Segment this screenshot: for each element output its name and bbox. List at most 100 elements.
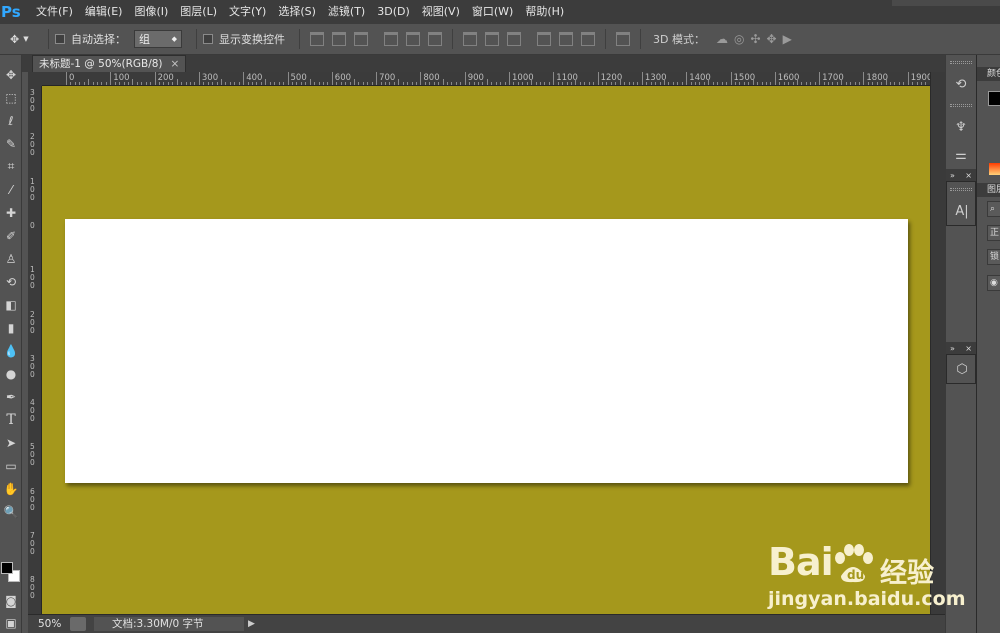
menu-item[interactable]: 窗口(W)	[466, 0, 519, 24]
ruler-minor-tick	[274, 82, 276, 85]
layers-panel-tab[interactable]: 图层	[977, 183, 1000, 197]
blend-mode-dropdown[interactable]: 正常	[987, 225, 1000, 241]
menu-item[interactable]: 编辑(E)	[79, 0, 129, 24]
close-icon[interactable]: ×	[965, 344, 972, 353]
crop-tool-icon[interactable]: ⌗	[0, 155, 22, 178]
ruler-tick-label: 300	[30, 353, 35, 379]
align-right-icon[interactable]	[428, 32, 442, 46]
auto-select-toggle[interactable]: 自动选择：	[55, 31, 126, 47]
ruler-minor-tick	[637, 82, 639, 85]
proof-icon[interactable]	[70, 617, 86, 631]
path-select-tool-icon[interactable]: ➤	[0, 431, 22, 454]
zoom-level[interactable]: 50%	[28, 618, 70, 630]
dock-grip[interactable]	[949, 104, 972, 107]
foreground-color-swatch[interactable]	[1, 562, 13, 574]
marquee-tool-icon[interactable]: ⬚	[0, 86, 22, 109]
type-tool-icon[interactable]: T	[0, 408, 22, 431]
dodge-tool-icon[interactable]: ●	[0, 362, 22, 385]
ruler-minor-tick	[788, 82, 790, 85]
brush-presets-icon[interactable]: ♆	[946, 113, 976, 141]
eyedropper-tool-icon[interactable]: ⁄	[0, 178, 22, 201]
ruler-minor-tick	[123, 82, 125, 85]
menu-item[interactable]: 图层(L)	[174, 0, 223, 24]
healing-brush-tool-icon[interactable]: ✚	[0, 201, 22, 224]
brush-tool-icon[interactable]: ✐	[0, 224, 22, 247]
vertical-ruler[interactable]: 300 200 100 0 100 200 300 400 500 600 700 800	[28, 86, 42, 614]
white-rectangle-layer[interactable]	[65, 219, 908, 483]
menu-item[interactable]: 图像(I)	[128, 0, 174, 24]
align-hcenter-icon[interactable]	[406, 32, 420, 46]
3d-scale-icon[interactable]: ▶	[783, 32, 792, 46]
close-icon[interactable]: ×	[171, 56, 180, 72]
show-transform-toggle[interactable]: 显示变换控件	[203, 31, 285, 47]
quick-mask-icon[interactable]: ◙	[0, 589, 22, 612]
blur-tool-icon[interactable]: 💧	[0, 339, 22, 362]
move-tool-preset[interactable]: ✥ ▼	[0, 24, 42, 55]
align-top-icon[interactable]	[310, 32, 324, 46]
align-left-icon[interactable]	[384, 32, 398, 46]
screen-mode-icon[interactable]: ▣	[0, 611, 22, 633]
dock-grip[interactable]	[949, 61, 972, 64]
3d-drag-icon[interactable]: ✣	[750, 32, 760, 46]
layer-search-icon[interactable]: ⌕	[987, 201, 1000, 217]
distribute-hcenter-icon[interactable]	[559, 32, 573, 46]
ruler-minor-tick	[898, 82, 900, 85]
document-canvas[interactable]	[42, 86, 930, 614]
gradient-tool-icon[interactable]: ▮	[0, 316, 22, 339]
3d-roll-icon[interactable]: ◎	[734, 32, 744, 46]
distribute-left-icon[interactable]	[537, 32, 551, 46]
chevron-right-icon[interactable]: ▶	[248, 619, 255, 629]
align-bottom-icon[interactable]	[354, 32, 368, 46]
ruler-minor-tick	[792, 82, 794, 85]
menu-item[interactable]: 文字(Y)	[223, 0, 272, 24]
show-transform-checkbox[interactable]	[203, 34, 213, 44]
panel-foreground-swatch[interactable]	[988, 91, 1000, 106]
align-vcenter-icon[interactable]	[332, 32, 346, 46]
menu-item[interactable]: 3D(D)	[371, 0, 416, 24]
zoom-tool-icon[interactable]: 🔍	[0, 500, 22, 523]
shape-tool-icon[interactable]: ▭	[0, 454, 22, 477]
eraser-tool-icon[interactable]: ◧	[0, 293, 22, 316]
distribute-top-icon[interactable]	[463, 32, 477, 46]
visibility-eye-icon[interactable]: ◉	[987, 275, 1000, 291]
ruler-origin[interactable]	[28, 72, 42, 86]
color-panel-tab[interactable]: 颜色	[977, 67, 1000, 81]
dock-grip[interactable]	[950, 188, 972, 191]
vertical-scrollbar[interactable]	[930, 72, 945, 614]
horizontal-ruler[interactable]: 0 100 200 300 400 500 600 700 800 900 1000 1100 1200…	[42, 72, 930, 86]
history-icon[interactable]: ⟲	[946, 70, 976, 98]
ruler-minor-tick	[181, 82, 183, 85]
3d-orbit-icon[interactable]: ☁	[716, 32, 728, 46]
color-spectrum[interactable]	[989, 163, 1000, 175]
move-tool-icon[interactable]: ✥	[0, 63, 22, 86]
pen-tool-icon[interactable]: ✒	[0, 385, 22, 408]
adjustments-icon[interactable]: ⚌	[946, 141, 976, 169]
divider	[640, 29, 641, 49]
lasso-tool-icon[interactable]: ℓ	[0, 109, 22, 132]
auto-select-dropdown[interactable]: 组 ◆	[134, 30, 182, 48]
hand-tool-icon[interactable]: ✋	[0, 477, 22, 500]
3d-mode-label: 3D 模式：	[653, 33, 705, 46]
quick-select-tool-icon[interactable]: ✎	[0, 132, 22, 155]
ruler-minor-tick	[894, 82, 896, 85]
distribute-vcenter-icon[interactable]	[485, 32, 499, 46]
divider	[605, 29, 606, 49]
menu-item[interactable]: 视图(V)	[416, 0, 466, 24]
expand-icon[interactable]: »	[950, 344, 955, 353]
3d-panel-icon[interactable]: ⬡	[947, 355, 977, 383]
distribute-right-icon[interactable]	[581, 32, 595, 46]
close-icon[interactable]: ×	[965, 171, 972, 180]
history-brush-tool-icon[interactable]: ⟲	[0, 270, 22, 293]
document-tab[interactable]: 未标题-1 @ 50%(RGB/8) ×	[32, 55, 187, 72]
3d-slide-icon[interactable]: ✥	[767, 32, 777, 46]
auto-align-icon[interactable]	[616, 32, 630, 46]
menu-item[interactable]: 滤镜(T)	[322, 0, 371, 24]
menu-item[interactable]: 帮助(H)	[519, 0, 570, 24]
stamp-tool-icon[interactable]: ♙	[0, 247, 22, 270]
menu-item[interactable]: 选择(S)	[272, 0, 322, 24]
expand-icon[interactable]: »	[950, 171, 955, 180]
auto-select-checkbox[interactable]	[55, 34, 65, 44]
distribute-bottom-icon[interactable]	[507, 32, 521, 46]
character-icon[interactable]: A|	[947, 197, 977, 225]
menu-item[interactable]: 文件(F)	[30, 0, 79, 24]
